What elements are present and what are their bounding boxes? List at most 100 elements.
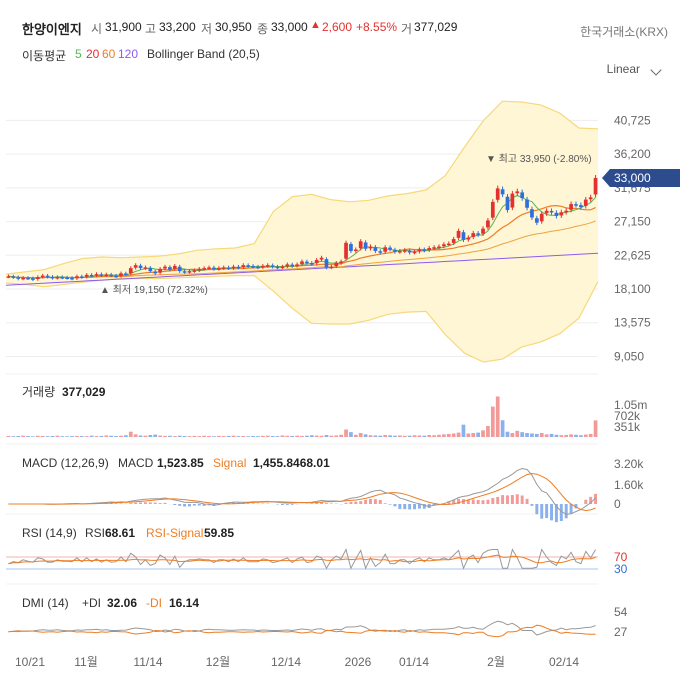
candle-body (172, 265, 177, 270)
candle-body (564, 210, 569, 213)
volume-bar (451, 433, 456, 437)
candle-body (466, 237, 471, 240)
volume-bar (11, 436, 16, 437)
candle-body (216, 268, 221, 270)
volume-bar (35, 435, 40, 437)
macd-y-tick: 0 (614, 497, 621, 511)
plus-di-value: 32.06 (107, 596, 137, 610)
signal-series-name: Signal (213, 456, 246, 470)
volume-bar (559, 435, 564, 437)
macd-histogram-bar (383, 503, 387, 504)
candle-body (393, 249, 397, 252)
volume-bar (305, 435, 309, 437)
macd-histogram-bar (471, 499, 475, 504)
candle-body (60, 277, 65, 279)
candle-body (261, 265, 265, 268)
candle-body (11, 276, 16, 278)
macd-histogram-bar (373, 499, 377, 504)
rsi-title: RSI (14,9) (22, 526, 77, 540)
macd-histogram-bar (290, 504, 294, 505)
price-y-tick: 18,100 (614, 282, 651, 296)
x-axis-tick: 12/14 (271, 655, 301, 669)
candle-body (334, 262, 339, 267)
candle-body (505, 196, 510, 211)
candle-body (275, 266, 280, 269)
candle-body (45, 275, 50, 278)
candle-body (427, 248, 432, 250)
volume-bar (187, 436, 192, 437)
candle-body (182, 271, 187, 273)
volume-y-tick: 351k (614, 420, 641, 434)
volume-bar (99, 435, 104, 437)
macd-histogram-bar (119, 503, 123, 504)
volume-bar (515, 430, 520, 437)
volume-bar (50, 436, 55, 437)
volume-bar (275, 436, 280, 437)
macd-histogram-bar (359, 501, 363, 504)
volume-bar (378, 435, 383, 437)
macd-series-name: MACD (118, 456, 154, 470)
volume-bar (471, 433, 476, 437)
volume-bar (353, 434, 358, 437)
volume-bar (490, 406, 495, 437)
macd-histogram-bar (540, 504, 544, 519)
macd-histogram-bar (134, 502, 138, 504)
candle-body (534, 218, 539, 223)
macd-line (8, 467, 596, 515)
candle-body (500, 189, 505, 195)
volume-bar (554, 434, 559, 437)
candle-body (55, 277, 60, 279)
signal-value: 1,455.8468.01 (253, 456, 330, 470)
stock-chart[interactable]: 9,05013,57518,10022,62527,15031,67536,20… (0, 0, 680, 697)
volume-bar (481, 430, 485, 437)
candle-body (353, 249, 358, 252)
volume-bar (397, 435, 402, 437)
volume-bar (539, 433, 544, 437)
rsi-signal-value: 59.85 (204, 526, 234, 540)
volume-bar (261, 435, 265, 437)
candle-body (246, 265, 251, 267)
volume-bar (583, 434, 588, 437)
volume-bar (207, 436, 211, 437)
volume-bar (476, 432, 480, 437)
macd-histogram-bar (354, 501, 358, 504)
macd-histogram-bar (114, 503, 118, 504)
candle-body (412, 251, 417, 254)
macd-histogram-bar (545, 504, 549, 519)
volume-bar (319, 435, 324, 437)
candle-body (446, 243, 451, 246)
macd-histogram-bar (550, 504, 553, 521)
macd-histogram-bar (491, 498, 495, 504)
candle-body (21, 277, 25, 280)
volume-bar (212, 436, 216, 437)
volume-bar (84, 436, 89, 437)
volume-bar (309, 435, 314, 437)
macd-histogram-bar (398, 504, 402, 510)
macd-histogram-bar (344, 502, 348, 504)
macd-title: MACD (12,26,9) (22, 456, 109, 470)
candle-body (192, 270, 197, 272)
volume-bar (21, 435, 25, 437)
candle-body (138, 265, 143, 269)
volume-bar (334, 435, 339, 437)
volume-bar (300, 435, 304, 437)
volume-bar (456, 432, 461, 437)
minus-di-value: 16.14 (169, 596, 199, 610)
candle-body (442, 244, 446, 247)
candle-body (358, 241, 363, 249)
volume-bar (544, 434, 549, 437)
volume-bar (574, 434, 578, 437)
volume-bar (265, 435, 270, 437)
candle-body (84, 274, 89, 277)
macd-histogram-bar (515, 494, 519, 504)
candle-body (305, 261, 309, 264)
max-price-annotation: ▼ 최고 33,950 (-2.80%) (486, 153, 592, 165)
volume-bar (163, 435, 167, 437)
candle-body (280, 266, 285, 269)
volume-bar (432, 435, 436, 437)
macd-histogram-bar (246, 503, 250, 504)
volume-bar (520, 432, 525, 437)
candle-body (554, 212, 559, 216)
candle-body (207, 267, 211, 269)
macd-histogram-bar (476, 499, 480, 504)
